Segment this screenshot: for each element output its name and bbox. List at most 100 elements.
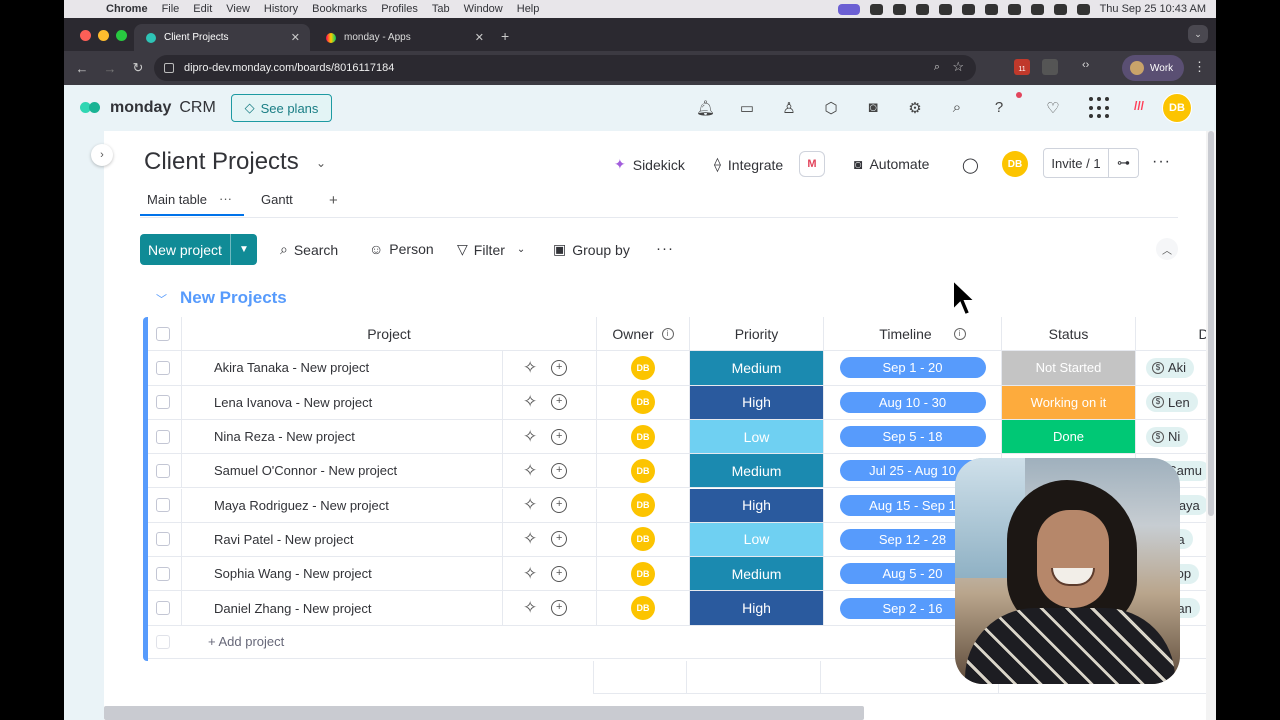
automate-button[interactable]: ◙ Automate [854,156,929,172]
ai-sparkle-icon[interactable]: ✧ [523,358,537,378]
priority-cell[interactable]: High [690,488,824,522]
address-bar[interactable]: dipro-dev.monday.com/boards/8016117184 ⌕… [154,55,976,81]
copy-link-button[interactable]: ⊶ [1109,148,1139,178]
priority-cell[interactable]: Medium [690,454,824,488]
add-update-icon[interactable]: + [551,600,568,617]
menu-tab[interactable]: Tab [432,3,450,15]
group-by-button[interactable]: ▣ Group by [553,241,630,258]
menu-view[interactable]: View [226,3,250,15]
menu-window[interactable]: Window [464,3,503,15]
table-row[interactable]: Lena Ivanova - New project ✧ + DB High Aug 10… [148,385,1211,420]
chevron-down-icon[interactable]: ⌄ [517,244,525,255]
add-update-icon[interactable]: + [551,565,568,582]
bluetooth-icon[interactable] [984,3,998,15]
forward-icon[interactable]: → [96,61,124,76]
add-view-icon[interactable]: + [329,192,338,209]
integrate-button[interactable]: ⟠ Integrate [714,156,783,173]
scroll-thumb[interactable] [1208,131,1214,516]
extension-icon[interactable]: 11 [1014,59,1030,75]
status-cell[interactable]: Done [1002,419,1136,454]
project-name-cell[interactable]: Daniel Zhang - New project [182,591,503,625]
control-center-icon[interactable] [1076,3,1090,15]
owner-cell[interactable]: DB [597,488,690,522]
search-icon[interactable]: ⌕ [948,99,966,116]
apps-marketplace-icon[interactable]: ⬡ [822,99,840,117]
priority-cell[interactable]: Low [690,522,824,557]
ai-sparkle-icon[interactable]: ✧ [523,392,537,412]
tray-app-icon[interactable] [915,3,929,15]
owner-cell[interactable]: DB [597,591,690,625]
horizontal-scrollbar[interactable] [104,706,864,720]
timeline-cell[interactable]: Aug 10 - 30 [824,385,1002,419]
row-checkbox[interactable] [156,566,170,581]
monday-account-logo-icon[interactable]: /// [1134,99,1144,113]
new-tab-icon[interactable]: + [501,28,509,44]
owner-cell[interactable]: DB [597,385,690,419]
column-header-deal[interactable]: D [1136,317,1211,350]
status-cell[interactable]: Not Started [1002,351,1136,385]
deal-chip[interactable]: $ Len [1146,392,1198,413]
deal-chip[interactable]: $ Ni [1146,426,1189,447]
wifi-icon[interactable] [1030,3,1044,15]
row-checkbox[interactable] [156,360,170,375]
priority-cell[interactable]: High [690,385,824,419]
profile-button[interactable]: Work [1122,55,1184,81]
collapse-header-button[interactable]: ︿ [1156,238,1178,260]
zoom-window-icon[interactable] [116,30,127,41]
row-checkbox[interactable] [156,498,170,513]
project-name-cell[interactable]: Sophia Wang - New project [182,557,503,591]
deal-chip[interactable]: $ Aki [1146,357,1195,378]
heart-icon[interactable]: ♡ [1044,99,1062,117]
project-name-cell[interactable]: Nina Reza - New project [182,419,503,454]
column-header-project[interactable]: Project [182,317,597,351]
site-info-icon[interactable] [164,63,174,73]
vertical-scrollbar[interactable] [1206,131,1216,720]
deal-cell[interactable]: $ Len [1136,386,1211,419]
ai-sparkle-icon[interactable]: ✧ [523,461,537,481]
info-icon[interactable]: i [953,327,966,340]
priority-cell[interactable]: High [690,591,824,625]
timeline-cell[interactable]: Sep 1 - 20 [824,351,1002,385]
devtools-icon[interactable]: ‹› [1082,59,1098,75]
project-name-cell[interactable]: Samuel O'Connor - New project [182,454,503,488]
browser-tab[interactable]: monday - Apps ✕ [314,24,494,51]
group-title[interactable]: New Projects [180,288,287,308]
spotlight-icon[interactable] [1053,3,1067,15]
project-name-cell[interactable]: Maya Rodriguez - New project [182,488,503,522]
priority-cell[interactable]: Medium [690,351,824,385]
ai-sparkle-icon[interactable]: ✧ [523,529,537,549]
info-icon[interactable]: i [661,327,674,340]
add-project-input[interactable]: + Add project [208,625,608,658]
close-window-icon[interactable] [80,30,91,41]
column-header-priority[interactable]: Priority [690,317,824,351]
menu-file[interactable]: File [162,3,180,15]
add-update-icon[interactable]: + [551,394,568,411]
tray-app-icon[interactable] [869,3,883,15]
chevron-down-icon[interactable]: ▼ [231,244,257,255]
row-checkbox[interactable] [156,463,170,478]
close-tab-icon[interactable]: ✕ [475,31,484,44]
close-tab-icon[interactable]: ✕ [291,31,300,44]
zoom-icon[interactable]: ⌕ [934,61,940,74]
column-header-timeline[interactable]: Timeline i [824,317,1002,351]
tray-app-icon[interactable] [892,3,906,15]
project-name-cell[interactable]: Ravi Patel - New project [182,522,503,557]
menu-profiles[interactable]: Profiles [381,3,418,15]
browser-tab-active[interactable]: Client Projects ✕ [134,24,310,51]
integration-app-badge[interactable]: M [799,151,825,177]
owner-cell[interactable]: DB [597,419,690,454]
board-member-avatar[interactable]: DB [1002,151,1028,177]
column-header-status[interactable]: Status [1002,317,1136,351]
add-update-icon[interactable]: + [551,462,568,479]
table-row[interactable]: Nina Reza - New project ✧ + DB Low Sep 5 - 18… [148,419,1211,455]
help-icon[interactable]: ? [990,99,1008,116]
chevron-down-icon[interactable]: ﹀ [156,291,167,307]
project-name-cell[interactable]: Lena Ivanova - New project [182,385,503,419]
menu-bookmarks[interactable]: Bookmarks [312,3,367,15]
timeline-cell[interactable]: Sep 5 - 18 [824,419,1002,454]
person-filter-button[interactable]: ☺ Person [369,241,434,257]
board-title[interactable]: Client Projects [144,148,299,176]
volume-icon[interactable] [961,3,975,15]
toolbar-more-icon[interactable]: ··· [656,240,674,257]
ai-sparkle-icon[interactable]: ✧ [523,495,537,515]
